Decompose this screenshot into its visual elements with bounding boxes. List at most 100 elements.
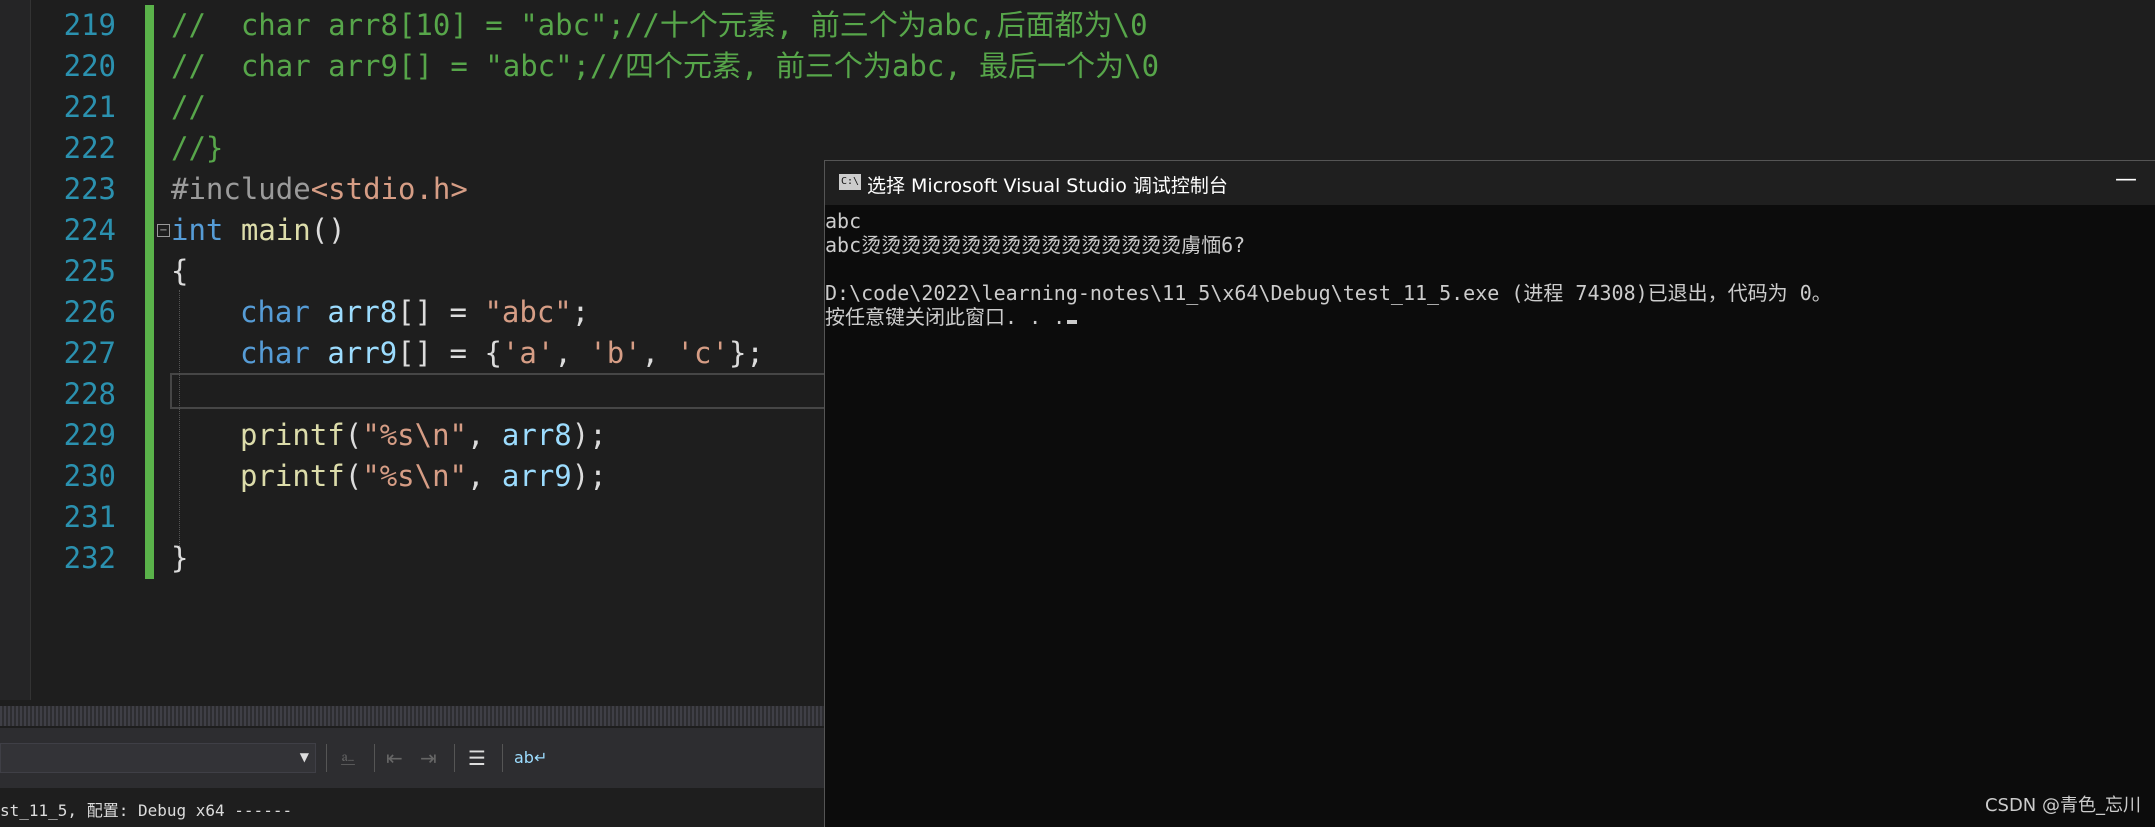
line-number: 229: [63, 418, 116, 452]
change-indicator: [145, 169, 154, 210]
next-message-icon[interactable]: ⇥: [420, 744, 437, 772]
change-indicator: [145, 374, 154, 415]
previous-message-icon[interactable]: ⇤: [386, 744, 403, 772]
string-literal: "abc": [484, 295, 572, 329]
collapse-icon[interactable]: −: [157, 224, 170, 237]
variable: arr9: [327, 336, 398, 370]
line-number: 227: [63, 336, 116, 370]
change-indicator: [145, 415, 154, 456]
code-line[interactable]: 219 // char arr8[10] = "abc";//十个元素, 前三个…: [0, 5, 2155, 46]
preprocessor-directive: #include: [171, 172, 311, 206]
build-output-text: st_11_5, 配置: Debug x64 ------: [0, 801, 293, 820]
toolbar-separator: [374, 744, 375, 772]
line-number: 219: [63, 8, 116, 42]
punctuation: (): [310, 213, 346, 247]
punctuation: ,: [554, 336, 590, 370]
variable: arr8: [327, 295, 398, 329]
change-indicator: [145, 456, 154, 497]
minimize-button[interactable]: —: [2115, 167, 2137, 192]
line-number: 221: [63, 90, 116, 124]
close-brace: }: [171, 541, 189, 575]
toolbar-separator: [502, 744, 503, 772]
chevron-down-icon: ▼: [299, 750, 309, 764]
code-text: #include<stdio.h>: [171, 169, 468, 210]
code-comment: //}: [171, 131, 224, 165]
include-header: <stdio.h>: [310, 172, 468, 206]
change-indicator: [145, 333, 154, 374]
keyword: int: [171, 213, 224, 247]
char-literal: 'a': [501, 336, 555, 370]
change-indicator: [145, 538, 154, 579]
change-indicator: [145, 128, 154, 169]
punctuation: (: [344, 459, 363, 493]
console-app-icon: C:\: [839, 174, 861, 190]
punctuation: );: [571, 459, 607, 493]
function-name: main: [240, 213, 311, 247]
debug-console-window[interactable]: C:\ 选择 Microsoft Visual Studio 调试控制台 — a…: [824, 160, 2155, 827]
punctuation: ,: [467, 418, 502, 452]
punctuation: ,: [467, 459, 502, 493]
string-literal: "%s\n": [362, 418, 467, 452]
code-comment: //: [171, 90, 206, 124]
change-indicator: [145, 251, 154, 292]
code-text: char arr8[] = "abc";: [240, 292, 589, 333]
line-number: 230: [63, 459, 116, 493]
code-comment: // char arr9[] = "abc";//四个元素, 前三个为abc, …: [171, 49, 1160, 83]
change-indicator: [145, 292, 154, 333]
console-output-line: abc烫烫烫烫烫烫烫烫烫烫烫烫烫烫烫烫虜愐6?: [825, 233, 1246, 257]
code-line[interactable]: 220 // char arr9[] = "abc";//四个元素, 前三个为a…: [0, 46, 2155, 87]
toolbar-separator: [454, 744, 455, 772]
code-text: printf("%s\n", arr9);: [240, 456, 607, 497]
line-number: 225: [63, 254, 116, 288]
find-message-icon[interactable]: ⎁: [340, 744, 356, 772]
line-number: 222: [63, 131, 116, 165]
variable: arr8: [501, 418, 572, 452]
code-line[interactable]: 221 //: [0, 87, 2155, 128]
code-comment: // char arr8[10] = "abc";//十个元素, 前三个为abc…: [171, 8, 1148, 42]
open-brace: {: [171, 254, 189, 288]
watermark: CSDN @青色_忘川: [1984, 795, 2141, 816]
line-number: 232: [63, 541, 116, 575]
punctuation: );: [571, 418, 607, 452]
variable: arr9: [501, 459, 572, 493]
word-wrap-icon[interactable]: ab↵: [514, 744, 547, 772]
console-title: 选择 Microsoft Visual Studio 调试控制台: [867, 175, 1228, 197]
punctuation: [] = {: [397, 336, 502, 370]
punctuation: ;: [571, 295, 590, 329]
change-indicator: [145, 497, 154, 538]
function-name: printf: [240, 459, 345, 493]
console-output-line: D:\code\2022\learning-notes\11_5\x64\Deb…: [825, 281, 1832, 305]
clear-all-icon[interactable]: ☰: [468, 744, 486, 772]
punctuation: (: [344, 418, 363, 452]
line-number: 231: [63, 500, 116, 534]
text-cursor: [1067, 320, 1078, 324]
console-output-line: abc: [825, 209, 862, 233]
char-literal: 'b': [589, 336, 642, 370]
change-indicator: [145, 5, 154, 46]
change-indicator: [145, 46, 154, 87]
keyword: char: [240, 295, 310, 329]
char-literal: 'c': [676, 336, 729, 370]
line-number: 228: [63, 377, 116, 411]
change-indicator: [145, 210, 154, 251]
console-titlebar[interactable]: C:\ 选择 Microsoft Visual Studio 调试控制台 —: [825, 161, 2155, 205]
console-prompt-line: 按任意键关闭此窗口. . .: [825, 305, 1078, 329]
change-indicator: [145, 87, 154, 128]
line-number: 224: [63, 213, 116, 247]
function-name: printf: [240, 418, 345, 452]
code-text: int main(): [171, 210, 346, 251]
punctuation: [] =: [397, 295, 485, 329]
line-number: 220: [63, 49, 116, 83]
punctuation: };: [728, 336, 764, 370]
output-panel: st_11_5, 配置: Debug x64 ------: [0, 789, 825, 827]
keyword: char: [240, 336, 310, 370]
line-number: 226: [63, 295, 116, 329]
string-literal: "%s\n": [362, 459, 467, 493]
line-number: 223: [63, 172, 116, 206]
output-source-dropdown[interactable]: ▼: [0, 743, 316, 773]
code-text: printf("%s\n", arr8);: [240, 415, 607, 456]
console-prompt-text: 按任意键关闭此窗口. . .: [825, 305, 1066, 329]
panel-splitter[interactable]: [0, 706, 825, 726]
toolbar-separator: [326, 744, 327, 772]
punctuation: ,: [641, 336, 677, 370]
